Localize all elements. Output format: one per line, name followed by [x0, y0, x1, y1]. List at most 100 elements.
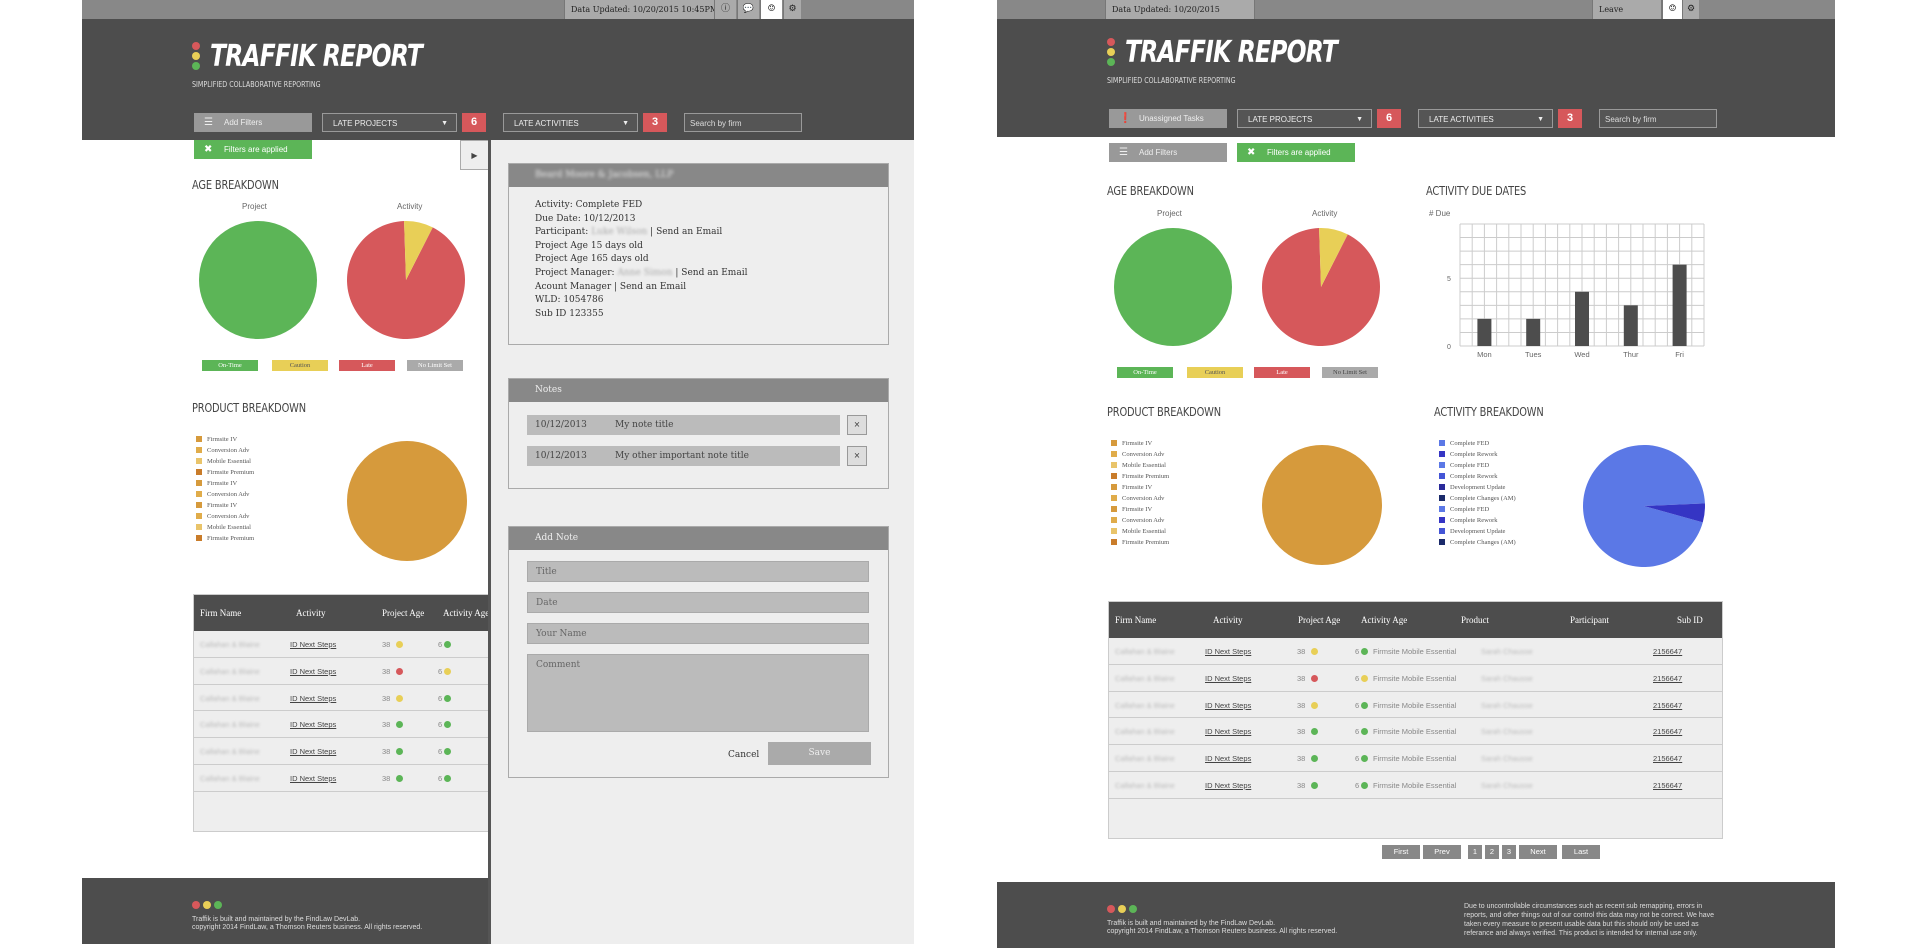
- activity-link[interactable]: ID Next Steps: [1205, 781, 1251, 790]
- table-row[interactable]: Callahan & Blaine ID Next Steps 38 6: [194, 685, 492, 712]
- late-projects-select[interactable]: LATE PROJECTS ▼: [322, 113, 457, 132]
- th-firm[interactable]: Firm Name: [1115, 602, 1156, 638]
- sub-id-link[interactable]: 2156647: [1653, 727, 1682, 736]
- page-button-3[interactable]: 3: [1502, 845, 1516, 859]
- gear-icon[interactable]: ⚙: [783, 0, 801, 19]
- add-filters-button[interactable]: ☰ Add Filters: [1109, 143, 1227, 162]
- drawer-toggle-button[interactable]: ▶: [460, 140, 488, 170]
- note-comment-input[interactable]: Comment: [527, 654, 869, 732]
- cancel-button[interactable]: Cancel: [728, 750, 759, 760]
- late-projects-select[interactable]: LATE PROJECTS ▼: [1237, 109, 1372, 128]
- legend-caution: Caution: [272, 360, 328, 371]
- th-project-age[interactable]: Project Age: [1298, 602, 1340, 638]
- activity-link[interactable]: ID Next Steps: [290, 667, 336, 676]
- activity-link[interactable]: ID Next Steps: [1205, 701, 1251, 710]
- note-name-input[interactable]: Your Name: [527, 623, 869, 644]
- sub-id-link[interactable]: 2156647: [1653, 754, 1682, 763]
- table-row[interactable]: Callahan & Blaine ID Next Steps 38 6: [194, 631, 492, 658]
- legend-item: Firmsite IV: [1111, 484, 1152, 491]
- status-dot: [1361, 701, 1369, 709]
- sub-id-link[interactable]: 2156647: [1653, 781, 1682, 790]
- table-row[interactable]: Callahan & Blaine ID Next Steps 38 6 Firmsit…: [1109, 772, 1722, 799]
- app-logo: TRAFFIK REPORT: [1125, 35, 1338, 70]
- sub-id-link[interactable]: 2156647: [1653, 647, 1682, 656]
- activity-link[interactable]: ID Next Steps: [1205, 727, 1251, 736]
- th-participant[interactable]: Participant: [1570, 602, 1609, 638]
- th-activity-age[interactable]: Activity Age: [1361, 602, 1407, 638]
- note-item[interactable]: 10/12/2013 My other important note title: [527, 446, 840, 466]
- page-button-1[interactable]: 1: [1468, 845, 1482, 859]
- activity-age-cell: 6: [438, 640, 452, 649]
- legend-swatch: [196, 480, 202, 486]
- filters-applied-button[interactable]: ✖ Filters are applied: [1237, 143, 1355, 162]
- table-row[interactable]: Callahan & Blaine ID Next Steps 38 6: [194, 658, 492, 685]
- project-age-cell: 38: [1297, 701, 1319, 710]
- project-age-cell: 38: [382, 667, 404, 676]
- participant-email-link[interactable]: | Send an Email: [650, 227, 722, 237]
- filters-applied-button[interactable]: ✖ Filters are applied: [194, 140, 312, 159]
- chat-icon[interactable]: 💬: [737, 0, 759, 19]
- note-title-input[interactable]: Title: [527, 561, 869, 582]
- participant-cell: Sarah Chausse: [1481, 673, 1533, 683]
- activity-link[interactable]: ID Next Steps: [1205, 647, 1251, 656]
- th-project-age[interactable]: Project Age: [382, 595, 424, 631]
- x-tick-label: Fri: [1675, 350, 1684, 359]
- unassigned-tasks-button[interactable]: ❗ Unassigned Tasks: [1109, 109, 1227, 128]
- page-button-prev[interactable]: Prev: [1423, 845, 1461, 859]
- footer-line-2: copyright 2014 FindLaw, a Thomson Reuter…: [192, 924, 423, 931]
- late-activities-select[interactable]: LATE ACTIVITIES ▼: [503, 113, 638, 132]
- activity-link[interactable]: ID Next Steps: [290, 694, 336, 703]
- sub-id-link[interactable]: 2156647: [1653, 674, 1682, 683]
- th-sub-id[interactable]: Sub ID: [1677, 602, 1703, 638]
- table-row[interactable]: Callahan & Blaine ID Next Steps 38 6 Firmsit…: [1109, 665, 1722, 692]
- page-button-2[interactable]: 2: [1485, 845, 1499, 859]
- activity-age-cell: 6: [438, 747, 452, 756]
- page-button-last[interactable]: Last: [1562, 845, 1600, 859]
- remove-note-button[interactable]: ×: [847, 446, 867, 466]
- add-filters-button[interactable]: ☰ Add Filters: [194, 113, 312, 132]
- late-activities-select[interactable]: LATE ACTIVITIES ▼: [1418, 109, 1553, 128]
- activity-link[interactable]: ID Next Steps: [290, 720, 336, 729]
- table-row[interactable]: Callahan & Blaine ID Next Steps 38 6 Firmsit…: [1109, 638, 1722, 665]
- table-row[interactable]: Callahan & Blaine ID Next Steps 38 6: [194, 765, 492, 792]
- legend-item: Firmsite Premium: [196, 535, 254, 542]
- note-date-input[interactable]: Date: [527, 592, 869, 613]
- table-row[interactable]: Callahan & Blaine ID Next Steps 38 6 Firmsit…: [1109, 718, 1722, 746]
- right-screen: Data Updated: 10/20/2015 10:45PM Leave F…: [997, 0, 1835, 948]
- th-activity-age[interactable]: Activity Age: [443, 595, 489, 631]
- th-activity[interactable]: Activity: [1213, 602, 1243, 638]
- remove-note-button[interactable]: ×: [847, 415, 867, 435]
- save-button[interactable]: Save: [768, 742, 871, 765]
- table-row[interactable]: Callahan & Blaine ID Next Steps 38 6 Firmsit…: [1109, 692, 1722, 719]
- activity-link[interactable]: ID Next Steps: [1205, 674, 1251, 683]
- traffic-light-icon: [1107, 898, 1140, 917]
- table-row[interactable]: Callahan & Blaine ID Next Steps 38 6: [194, 738, 492, 765]
- table-row[interactable]: Callahan & Blaine ID Next Steps 38 6: [194, 711, 492, 739]
- page-button-first[interactable]: First: [1382, 845, 1420, 859]
- info-icon[interactable]: ⓘ: [714, 0, 736, 19]
- gear-icon[interactable]: ⚙: [1682, 0, 1699, 19]
- activity-link[interactable]: ID Next Steps: [1205, 754, 1251, 763]
- participant-cell: Sarah Chausse: [1481, 754, 1533, 764]
- firm-name-cell: Callahan & Blaine: [200, 720, 260, 730]
- legend-swatch: [1111, 517, 1117, 523]
- leave-feedback-button[interactable]: Leave Feedback 💬: [1592, 0, 1662, 33]
- project-age-cell: 38: [1297, 754, 1319, 763]
- page-button-next[interactable]: Next: [1519, 845, 1557, 859]
- activity-link[interactable]: ID Next Steps: [290, 747, 336, 756]
- search-input[interactable]: Search by firm: [1599, 109, 1717, 128]
- pm-email-link[interactable]: | Send an Email: [675, 268, 747, 278]
- th-firm[interactable]: Firm Name: [200, 595, 241, 631]
- avatar[interactable]: ☺: [760, 0, 782, 19]
- table-row[interactable]: Callahan & Blaine ID Next Steps 38 6 Firmsit…: [1109, 745, 1722, 772]
- search-input[interactable]: Search by firm: [684, 113, 802, 132]
- activity-link[interactable]: ID Next Steps: [290, 774, 336, 783]
- th-product[interactable]: Product: [1461, 602, 1489, 638]
- th-activity[interactable]: Activity: [296, 595, 326, 631]
- activity-link[interactable]: ID Next Steps: [290, 640, 336, 649]
- avatar[interactable]: ☺: [1662, 0, 1682, 19]
- note-item[interactable]: 10/12/2013 My note title: [527, 415, 840, 435]
- late-projects-count: 6: [462, 113, 486, 132]
- sub-id-link[interactable]: 2156647: [1653, 701, 1682, 710]
- detail-activity: Activity: Complete FED: [535, 200, 643, 210]
